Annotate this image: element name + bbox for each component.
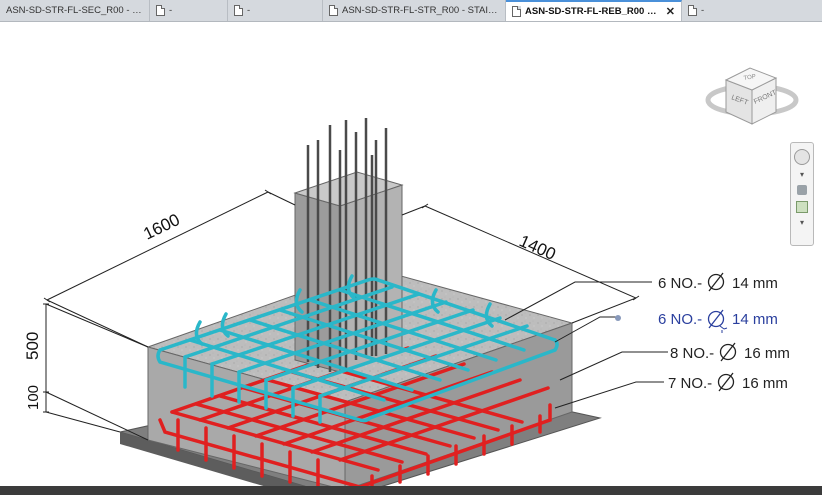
view-tab-bar: ASN-SD-STR-FL-SEC_R00 - FOUND... - - ASN… [0,0,822,22]
document-icon [512,6,521,17]
tag-suffix: NO.- [671,311,703,328]
view-tab-foundation-section[interactable]: ASN-SD-STR-FL-SEC_R00 - FOUND... [0,0,150,21]
tag-size: 16 mm [742,375,788,392]
rebar-tag-1[interactable]: 6 NO.- 14 mm [658,272,778,292]
close-icon[interactable]: ✕ [662,5,675,18]
tag-count: 8 [670,345,678,362]
dimension-length-text: 1600 [140,210,182,244]
svg-text:8 NO.-: 8 NO.- [670,345,714,362]
steering-wheel-icon[interactable] [794,149,810,165]
document-icon [156,5,165,16]
rebar-tag-3[interactable]: 8 NO.- 16 mm [670,342,790,362]
rebar-tag-4[interactable]: 7 NO.- 16 mm [668,372,788,392]
tag-suffix: NO.- [681,375,713,392]
tab-label: - [701,5,705,16]
dimension-base-text: 100 [25,385,42,410]
chevron-down-icon[interactable]: ▾ [800,171,804,179]
tag-count: 6 [658,311,666,328]
tag-count: 6 [658,275,666,292]
tab-label: - [247,5,251,16]
view-tab-unnamed-1[interactable]: - [150,0,228,21]
navigation-bar: ▾ ▾ [790,142,814,246]
view-tab-footing-rebar[interactable]: ASN-SD-STR-FL-REB_R00 - FOOT... ✕ [506,0,682,21]
3d-view-canvas[interactable]: 1600 1400 500 100 6 NO.- 14 mm 6 NO.- 14… [0,22,822,495]
rebar-tag-2-selected[interactable]: 6 NO.- 14 mm [658,309,778,333]
status-strip [0,486,822,495]
tag-suffix: NO.- [683,345,715,362]
view-tab-unnamed-3[interactable]: - [682,0,742,21]
selected-tag-grip[interactable] [615,315,621,321]
tag-suffix: NO.- [671,275,703,292]
tab-label: ASN-SD-STR-FL-STR_R00 - STAIR D... [342,5,499,16]
document-icon [234,5,243,16]
dimension-width-text: 1400 [516,231,558,264]
tab-label: ASN-SD-STR-FL-SEC_R00 - FOUND... [6,5,143,16]
document-icon [688,5,697,16]
footing-3d-model: 1600 1400 500 100 6 NO.- 14 mm 6 NO.- 14… [23,67,799,495]
dimension-height-text: 500 [23,332,42,360]
svg-text:6 NO.-: 6 NO.- [658,275,702,292]
zoom-icon[interactable] [796,201,808,213]
tag-count: 7 [668,375,676,392]
view-tab-unnamed-2[interactable]: - [228,0,323,21]
view-tab-stair-detail[interactable]: ASN-SD-STR-FL-STR_R00 - STAIR D... [323,0,506,21]
pan-icon[interactable] [797,185,807,195]
viewcube[interactable]: TOP LEFT FRONT [705,67,799,125]
svg-text:6 NO.-: 6 NO.- [658,311,702,328]
svg-text:7 NO.-: 7 NO.- [668,375,712,392]
tag-size: 16 mm [744,345,790,362]
tab-label: - [169,5,173,16]
move-cursor-icon [719,325,728,333]
tab-label: ASN-SD-STR-FL-REB_R00 - FOOT... [525,6,658,17]
chevron-down-icon[interactable]: ▾ [800,219,804,227]
tag-size: 14 mm [732,311,778,328]
document-icon [329,5,338,16]
tag-size: 14 mm [732,275,778,292]
